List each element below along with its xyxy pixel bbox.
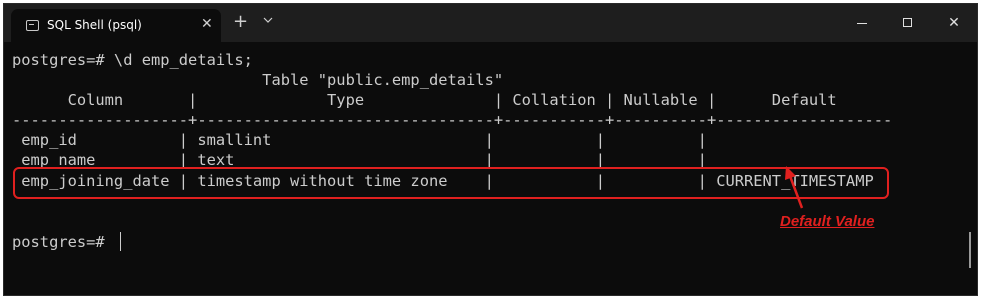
table-separator: -------------------+--------------------…: [12, 111, 893, 129]
maximize-button[interactable]: [885, 4, 931, 42]
arrow-icon: [785, 166, 804, 209]
close-icon: ✕: [948, 15, 960, 31]
terminal-icon: [26, 20, 39, 31]
tab-title: SQL Shell (psql): [47, 18, 142, 32]
close-button[interactable]: ✕: [931, 4, 977, 42]
maximize-icon: [903, 18, 912, 27]
annotation-label: Default Value: [780, 213, 875, 230]
tab-bar: SQL Shell (psql) ✕ + ✕: [4, 4, 977, 42]
minimize-button[interactable]: [839, 4, 885, 42]
chevron-down-icon[interactable]: [262, 14, 274, 31]
minimize-icon: [857, 23, 867, 24]
prompt-line[interactable]: postgres=#: [12, 232, 114, 252]
highlight-box: [13, 167, 889, 199]
new-tab-button[interactable]: +: [233, 13, 248, 31]
tab-close-icon[interactable]: ✕: [201, 16, 213, 32]
command-line: postgres=# \d emp_details;: [12, 51, 253, 69]
terminal-window: SQL Shell (psql) ✕ + ✕ postgres=# \d emp…: [3, 3, 978, 296]
text-cursor: [120, 232, 121, 251]
table-row: emp_id | smallint | | |: [12, 131, 707, 149]
tab-sql-shell[interactable]: SQL Shell (psql) ✕: [11, 9, 221, 42]
table-title: Table "public.emp_details": [12, 71, 504, 89]
scrollbar[interactable]: [969, 232, 971, 268]
table-header: Column | Type | Collation | Nullable | D…: [12, 91, 837, 109]
